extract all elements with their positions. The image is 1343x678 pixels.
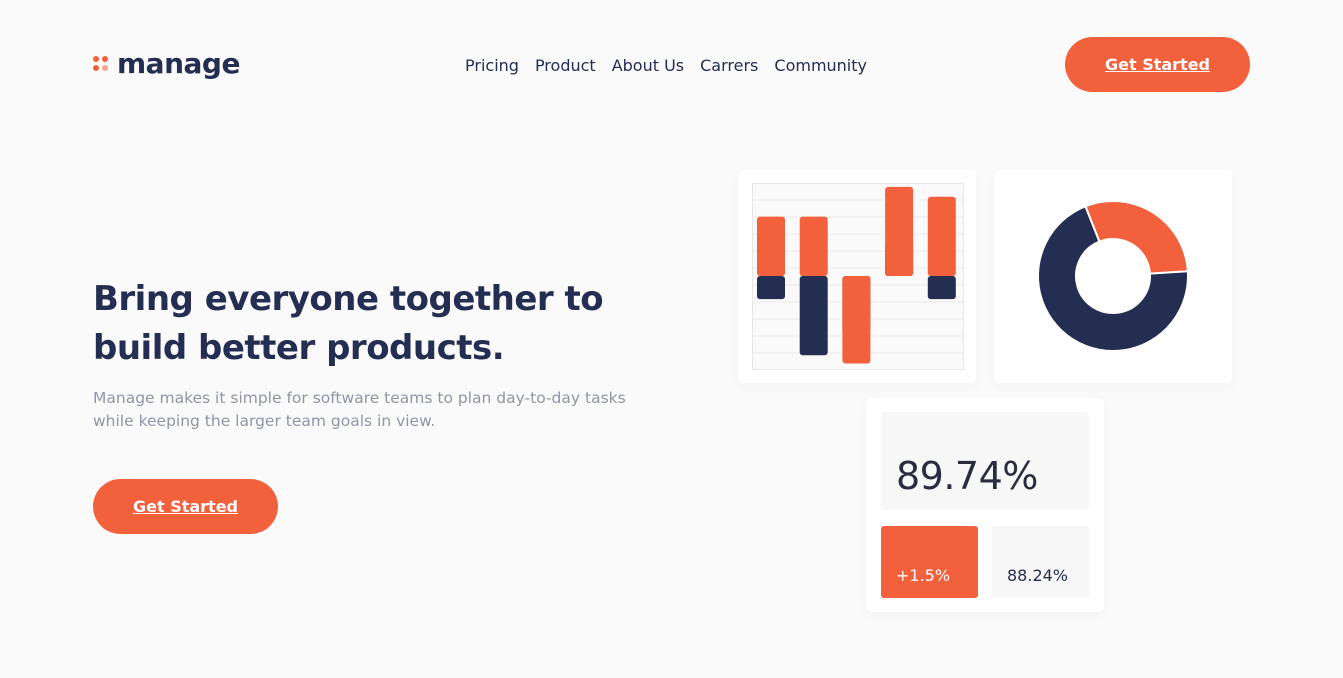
bar-chart: [752, 183, 964, 370]
stat-main-panel: 89.74%: [881, 412, 1089, 510]
bar-dark: [799, 276, 828, 356]
bar-orange: [885, 186, 914, 276]
bar-orange: [757, 216, 785, 276]
stat-secondary-value: 88.24%: [1007, 566, 1069, 585]
bar-dark: [927, 276, 956, 300]
bar-orange: [927, 196, 956, 276]
nav-link-pricing[interactable]: Pricing: [465, 56, 519, 76]
nav-link-product[interactable]: Product: [535, 56, 596, 76]
header-get-started-button[interactable]: Get Started: [1065, 37, 1250, 92]
stat-change-panel: +1.5%: [881, 526, 978, 598]
stats-card: 89.74% +1.5% 88.24%: [866, 398, 1104, 612]
bar-orange: [799, 216, 828, 276]
donut-slice: [1084, 201, 1188, 275]
stat-change-value: +1.5%: [896, 566, 951, 585]
logo-text: manage: [117, 47, 240, 80]
logo[interactable]: manage: [93, 50, 240, 78]
hero-title: Bring everyone together to build better …: [93, 279, 604, 368]
stat-secondary-panel: 88.24%: [992, 526, 1089, 598]
donut-chart: [1038, 201, 1188, 351]
nav-link-about-us[interactable]: About Us: [612, 56, 684, 76]
nav-link-careers[interactable]: Carrers: [700, 56, 758, 76]
stat-main-value: 89.74%: [896, 454, 1038, 498]
hero-get-started-button[interactable]: Get Started: [93, 479, 278, 534]
bar-dark: [757, 276, 785, 300]
logo-dots-icon: [93, 56, 109, 72]
main-nav: Pricing Product About Us Carrers Communi…: [465, 56, 867, 76]
bar-chart-card: [738, 170, 976, 383]
nav-link-community[interactable]: Community: [774, 56, 867, 76]
hero-subtitle: Manage makes it simple for software team…: [93, 389, 626, 430]
donut-chart-card: [994, 170, 1232, 383]
bar-orange: [842, 276, 871, 364]
